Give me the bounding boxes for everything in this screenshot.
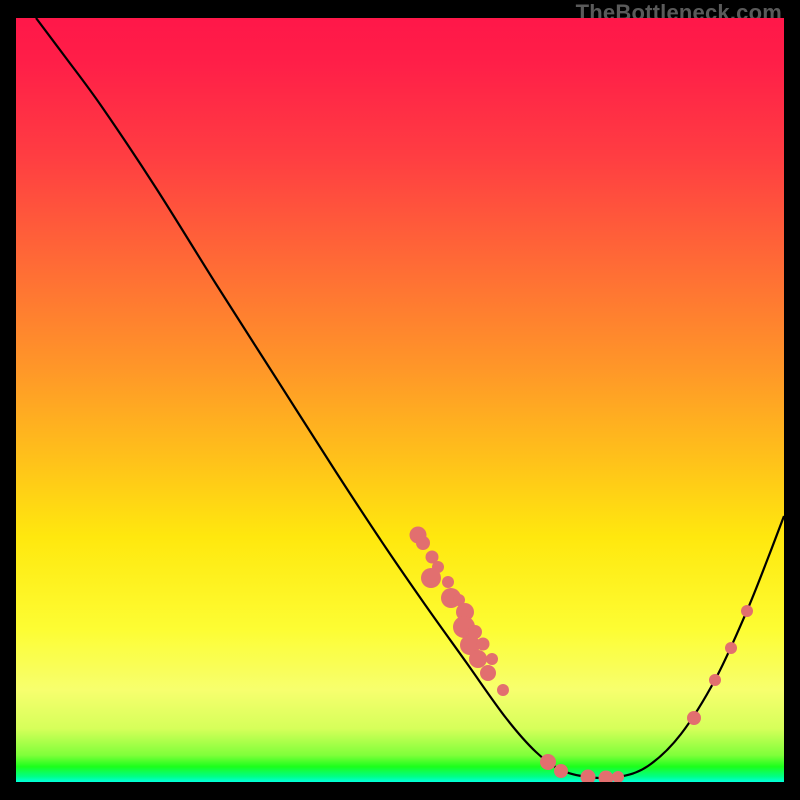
data-marker <box>477 638 490 651</box>
data-marker <box>540 754 556 770</box>
data-marker <box>741 605 753 617</box>
data-marker <box>421 568 441 588</box>
data-marker <box>497 684 509 696</box>
data-marker <box>599 771 614 783</box>
data-marker <box>725 642 737 654</box>
data-marker <box>469 650 487 668</box>
data-marker <box>486 653 498 665</box>
data-marker <box>554 764 568 778</box>
data-marker <box>687 711 701 725</box>
data-marker <box>612 771 624 782</box>
data-marker <box>709 674 721 686</box>
data-marker <box>442 576 454 588</box>
gradient-plot-area <box>16 18 784 782</box>
data-marker <box>416 536 430 550</box>
data-marker <box>480 665 496 681</box>
curve-line <box>36 18 784 778</box>
bottleneck-curve <box>16 18 784 782</box>
data-marker <box>581 770 596 783</box>
chart-stage: TheBottleneck.com <box>0 0 800 800</box>
